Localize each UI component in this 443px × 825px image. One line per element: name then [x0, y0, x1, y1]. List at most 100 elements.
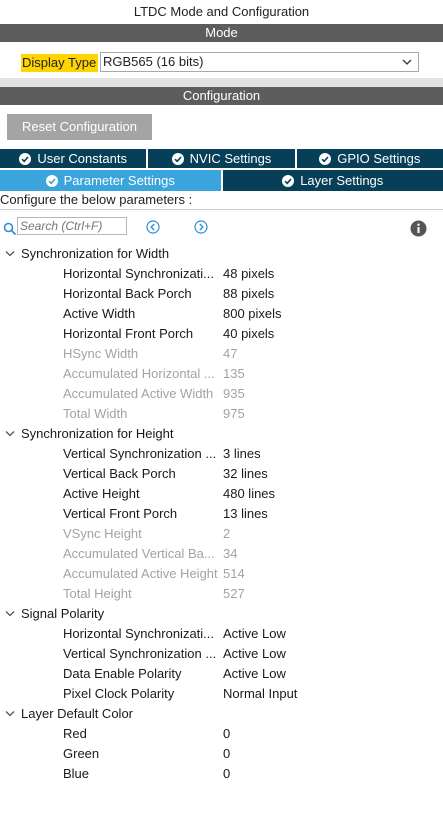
parameter-name: Accumulated Vertical Ba... [63, 546, 215, 561]
parameter-name: Vertical Synchronization ... [63, 446, 217, 461]
group-label: Signal Polarity [21, 606, 105, 621]
tab-label: Layer Settings [300, 173, 384, 188]
parameter-row[interactable]: Green 0 [0, 744, 443, 764]
group-label: Synchronization for Width [21, 246, 170, 261]
window-title: LTDC Mode and Configuration [133, 4, 310, 19]
parameter-row[interactable]: Active Width 800 pixels [0, 304, 443, 324]
tab-parameter-settings[interactable]: Parameter Settings [0, 170, 223, 191]
parameter-row[interactable]: Vertical Synchronization ... Active Low [0, 644, 443, 664]
parameter-row[interactable]: Horizontal Synchronizati... Active Low [0, 624, 443, 644]
parameter-value[interactable]: 480 lines [223, 484, 275, 504]
parameter-name: HSync Width [63, 346, 139, 361]
group-signal-polarity[interactable]: Signal Polarity [0, 604, 443, 624]
tab-label: Parameter Settings [63, 173, 175, 188]
parameter-value[interactable]: 0 [223, 724, 230, 744]
tab-user-constants[interactable]: User Constants [0, 149, 149, 168]
parameter-row: Accumulated Horizontal ... 135 [0, 364, 443, 384]
chevron-down-icon[interactable] [5, 250, 15, 258]
parameter-row[interactable]: Blue 0 [0, 764, 443, 784]
parameter-row[interactable]: Pixel Clock Polarity Normal Input [0, 684, 443, 704]
parameter-value: 935 [223, 386, 245, 401]
group-label: Layer Default Color [21, 706, 133, 721]
section-divider [0, 78, 443, 87]
tab-label: GPIO Settings [337, 151, 421, 166]
parameter-row[interactable]: Horizontal Back Porch 88 pixels [0, 284, 443, 304]
parameter-name: Horizontal Synchronizati... [63, 626, 215, 641]
search-bar [0, 210, 443, 244]
tab-nvic-settings[interactable]: NVIC Settings [148, 149, 297, 168]
parameter-row[interactable]: Vertical Front Porch 13 lines [0, 504, 443, 524]
parameter-value[interactable]: 0 [223, 744, 230, 764]
tab-layer-settings[interactable]: Layer Settings [222, 170, 443, 191]
parameter-row[interactable]: Horizontal Synchronizati... 48 pixels [0, 264, 443, 284]
parameter-name: Green [63, 746, 100, 761]
parameter-value[interactable]: 88 pixels [223, 284, 274, 304]
parameter-value[interactable]: 32 lines [223, 464, 268, 484]
parameter-name: Red [63, 726, 87, 741]
parameter-value[interactable]: Active Low [223, 644, 286, 664]
parameter-row[interactable]: Red 0 [0, 724, 443, 744]
reset-configuration-button[interactable]: Reset Configuration [7, 114, 152, 140]
parameter-value: 47 [223, 346, 238, 361]
parameter-row: Accumulated Vertical Ba... 34 [0, 544, 443, 564]
search-previous-icon[interactable] [146, 220, 160, 234]
check-circle-icon [19, 153, 32, 165]
parameter-row: Accumulated Active Width 935 [0, 384, 443, 404]
parameter-value[interactable]: Normal Input [223, 684, 297, 704]
check-circle-icon [319, 153, 332, 165]
chevron-down-icon[interactable] [5, 710, 15, 718]
parameter-name: Active Width [63, 306, 136, 321]
group-synchronization-for-width[interactable]: Synchronization for Width [0, 244, 443, 264]
search-icon[interactable] [3, 222, 17, 236]
parameter-value[interactable]: 40 pixels [223, 324, 274, 344]
chevron-down-icon[interactable] [5, 610, 15, 618]
mode-section-header: Mode [0, 24, 443, 42]
group-synchronization-for-height[interactable]: Synchronization for Height [0, 424, 443, 444]
parameter-name: Vertical Front Porch [63, 506, 178, 521]
display-type-row: Display Type RGB565 (16 bits) [0, 42, 443, 78]
chevron-down-icon[interactable] [5, 430, 15, 438]
parameter-name: VSync Height [63, 526, 142, 541]
reset-area: Reset Configuration [0, 105, 443, 149]
parameter-row[interactable]: Active Height 480 lines [0, 484, 443, 504]
parameter-value: 135 [223, 366, 245, 381]
parameter-tree: Synchronization for Width Horizontal Sync… [0, 244, 443, 784]
search-next-icon[interactable] [194, 220, 208, 234]
tab-label: NVIC Settings [189, 151, 272, 166]
parameter-row: VSync Height 2 [0, 524, 443, 544]
tabs-row-top: User Constants NVIC Settings GPIO Settin… [0, 149, 443, 168]
parameter-value[interactable]: 48 pixels [223, 264, 274, 284]
parameter-value[interactable]: 3 lines [223, 444, 261, 464]
parameter-value: 2 [223, 526, 231, 541]
tab-gpio-settings[interactable]: GPIO Settings [296, 149, 443, 168]
parameter-value[interactable]: Active Low [223, 624, 286, 644]
check-circle-icon [45, 175, 58, 187]
parameter-name: Horizontal Front Porch [63, 326, 194, 341]
parameter-name: Accumulated Active Width [63, 386, 214, 401]
parameter-row[interactable]: Vertical Synchronization ... 3 lines [0, 444, 443, 464]
parameter-name: Accumulated Horizontal ... [63, 366, 215, 381]
parameter-name: Accumulated Active Height [63, 566, 218, 581]
display-type-value: RGB565 (16 bits) [103, 54, 204, 69]
parameter-row[interactable]: Vertical Back Porch 32 lines [0, 464, 443, 484]
display-type-label: Display Type [21, 54, 99, 72]
parameter-row[interactable]: Horizontal Front Porch 40 pixels [0, 324, 443, 344]
display-type-select[interactable]: RGB565 (16 bits) [100, 52, 419, 72]
parameter-value: 34 [223, 546, 238, 561]
parameter-value[interactable]: Active Low [223, 664, 286, 684]
parameter-value[interactable]: 13 lines [223, 504, 268, 524]
parameter-name: Pixel Clock Polarity [63, 686, 175, 701]
configure-hint: Configure the below parameters : [0, 191, 443, 210]
parameter-value: 527 [223, 586, 245, 601]
parameter-row[interactable]: Data Enable Polarity Active Low [0, 664, 443, 684]
parameter-name: Blue [63, 766, 90, 781]
search-input[interactable] [17, 217, 127, 235]
group-layer-default-color[interactable]: Layer Default Color [0, 704, 443, 724]
check-circle-icon [282, 175, 295, 187]
group-label: Synchronization for Height [21, 426, 174, 441]
parameter-value[interactable]: 800 pixels [223, 304, 282, 324]
parameter-value[interactable]: 0 [223, 764, 230, 784]
info-icon[interactable] [410, 220, 427, 237]
parameter-name: Vertical Back Porch [63, 466, 176, 481]
chevron-down-icon [402, 59, 412, 65]
